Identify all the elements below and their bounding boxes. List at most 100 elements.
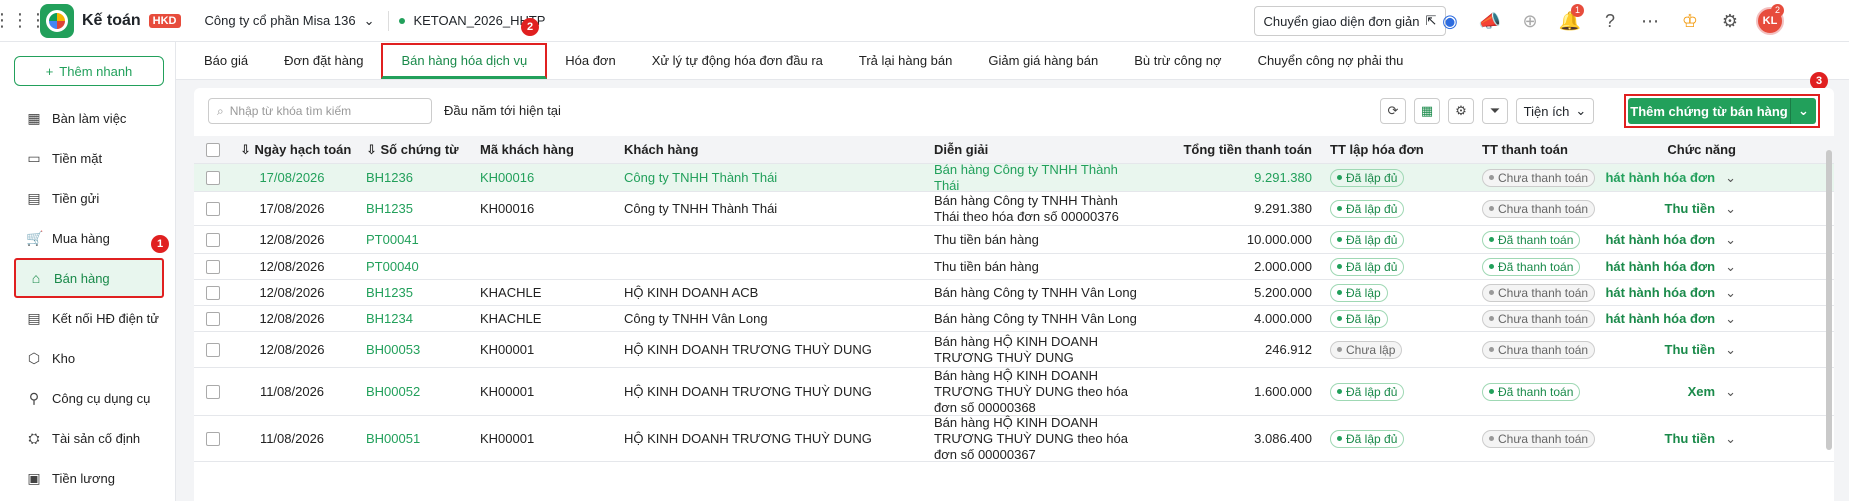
sidebar-item-5[interactable]: ▤ Kết nối HĐ điện tử: [14, 298, 164, 338]
tools-icon: ⚲: [28, 389, 40, 406]
megaphone-icon[interactable]: 📣: [1470, 0, 1510, 42]
row-action-link[interactable]: Thu tiền: [1665, 431, 1716, 447]
row-action-link[interactable]: Thu tiền: [1665, 201, 1716, 217]
sidebar-item-4[interactable]: ⌂ Bán hàng: [14, 258, 164, 298]
sidebar-item-2[interactable]: ▤ Tiền gửi: [14, 178, 164, 218]
cell-doc-no[interactable]: BH1235: [352, 201, 472, 216]
table-row[interactable]: 11/08/2026 BH00052 KH00001 HỘ KINH DOANH TR…: [194, 368, 1834, 416]
sidebar-item-8[interactable]: ⛭ Tài sản cố định: [14, 418, 164, 458]
chevron-down-icon[interactable]: ⌄: [1725, 342, 1736, 358]
company-selector[interactable]: Công ty cổ phần Misa 136 ⌄: [205, 13, 375, 29]
chevron-down-icon[interactable]: ⌄: [1790, 98, 1816, 124]
row-checkbox[interactable]: [194, 285, 232, 300]
table-row[interactable]: 12/08/2026 BH1234 KHACHLE Công ty TNHH Vân …: [194, 306, 1834, 332]
chevron-down-icon[interactable]: ⌄: [1725, 431, 1736, 447]
select-all-checkbox[interactable]: [194, 142, 232, 157]
cell-doc-no[interactable]: BH1234: [352, 311, 472, 326]
row-action-link[interactable]: Phát hành hóa đơn: [1606, 170, 1715, 186]
row-action-link[interactable]: Thu tiền: [1665, 342, 1716, 358]
tab-5[interactable]: Trả lại hàng bán: [841, 42, 970, 80]
row-action-link[interactable]: Phát hành hóa đơn: [1606, 232, 1715, 248]
tab-2[interactable]: Bán hàng hóa dịch vụ: [381, 42, 548, 79]
chevron-down-icon: ⌄: [1575, 103, 1587, 118]
sidebar-item-6[interactable]: ⬡ Kho: [14, 338, 164, 378]
bank-icon: ▤: [27, 189, 41, 206]
chevron-down-icon[interactable]: ⌄: [1725, 285, 1736, 301]
table-row[interactable]: 17/08/2026 BH1236 KH00016 Công ty TNHH Thàn…: [194, 162, 1834, 193]
row-checkbox[interactable]: [194, 170, 232, 185]
scrollbar[interactable]: [1826, 150, 1832, 450]
period-filter[interactable]: Đầu năm tới hiện tại: [444, 103, 561, 118]
cell-doc-no[interactable]: BH00052: [352, 384, 472, 399]
table-row[interactable]: 12/08/2026 PT00041 Thu tiền bán hàng 10.000…: [194, 226, 1834, 254]
sidebar-item-7[interactable]: ⚲ Công cụ dụng cụ: [14, 378, 164, 418]
col-customer-code[interactable]: Mã khách hàng: [472, 142, 616, 157]
bell-icon[interactable]: 🔔 1: [1550, 0, 1590, 42]
chevron-down-icon[interactable]: ⌄: [1725, 201, 1736, 217]
utility-dropdown[interactable]: Tiện ích ⌄: [1516, 98, 1594, 124]
row-action-link[interactable]: Phát hành hóa đơn: [1606, 311, 1715, 327]
cell-doc-no[interactable]: BH00053: [352, 342, 472, 357]
tab-8[interactable]: Chuyển công nợ phải thu: [1240, 42, 1422, 80]
chevron-down-icon[interactable]: ⌄: [1725, 259, 1736, 275]
chevron-down-icon[interactable]: ⌄: [1725, 384, 1736, 400]
cell-doc-no[interactable]: BH00051: [352, 431, 472, 446]
chevron-down-icon[interactable]: ⌄: [1725, 311, 1736, 327]
app-grid-icon[interactable]: ⋮⋮⋮: [0, 0, 47, 42]
row-checkbox[interactable]: [194, 311, 232, 326]
filter-icon[interactable]: ⏷: [1482, 98, 1508, 124]
row-checkbox[interactable]: [194, 232, 232, 247]
avatar[interactable]: KL 2: [1750, 0, 1790, 42]
download-icon[interactable]: ⊕: [1510, 0, 1550, 42]
row-checkbox[interactable]: [194, 259, 232, 274]
help-icon[interactable]: ?: [1590, 0, 1630, 42]
reward-icon[interactable]: ♔: [1670, 0, 1710, 42]
row-action-link[interactable]: Phát hành hóa đơn: [1606, 285, 1715, 301]
chevron-down-icon[interactable]: ⌄: [1725, 170, 1736, 186]
col-total[interactable]: Tổng tiền thanh toán: [1148, 142, 1322, 157]
sidebar-item-1[interactable]: ▭ Tiền mặt: [14, 138, 164, 178]
row-checkbox[interactable]: [194, 342, 232, 357]
sidebar-item-3[interactable]: 🛒 Mua hàng: [14, 218, 164, 258]
sidebar-item-0[interactable]: ▦ Bàn làm việc: [14, 98, 164, 138]
table-row[interactable]: 12/08/2026 BH1235 KHACHLE HỘ KINH DOANH ACB…: [194, 280, 1834, 306]
tab-4[interactable]: Xử lý tự động hóa đơn đầu ra: [634, 42, 841, 80]
settings-icon[interactable]: ⚙: [1448, 98, 1474, 124]
col-description[interactable]: Diễn giải: [926, 142, 1148, 158]
gear-icon[interactable]: ⚙: [1710, 0, 1750, 42]
add-sales-doc-button[interactable]: Thêm chứng từ bán hàng ⌄: [1624, 94, 1820, 128]
chat-icon[interactable]: ⋯: [1630, 0, 1670, 42]
row-checkbox[interactable]: [194, 431, 232, 446]
col-invoice-status[interactable]: TT lập hóa đơn: [1322, 142, 1474, 157]
add-quick-button[interactable]: + Thêm nhanh: [14, 56, 164, 86]
messenger-icon[interactable]: ◉: [1430, 0, 1470, 42]
table-row[interactable]: 12/08/2026 BH00053 KH00001 HỘ KINH DOANH TR…: [194, 332, 1834, 368]
search-input[interactable]: ⌕ Nhập từ khóa tìm kiếm: [208, 98, 432, 124]
sidebar-item-9[interactable]: ▣ Tiền lương: [14, 458, 164, 498]
cell-doc-no[interactable]: BH1235: [352, 285, 472, 300]
row-action-link[interactable]: Xem: [1688, 384, 1715, 400]
tab-1[interactable]: Đơn đặt hàng: [266, 42, 381, 80]
table-row[interactable]: 12/08/2026 PT00040 Thu tiền bán hàng 2.000.…: [194, 254, 1834, 280]
annotation-badge-1: 1: [151, 235, 169, 253]
tab-6[interactable]: Giảm giá hàng bán: [970, 42, 1116, 80]
tab-3[interactable]: Hóa đơn: [547, 42, 633, 80]
col-customer[interactable]: Khách hàng: [616, 142, 926, 157]
switch-mode-button[interactable]: Chuyển giao diện đơn giản ⇱: [1254, 6, 1446, 36]
cell-doc-no[interactable]: PT00041: [352, 232, 472, 247]
row-action-link[interactable]: Phát hành hóa đơn: [1606, 259, 1715, 275]
table-row[interactable]: 11/08/2026 BH00051 KH00001 HỘ KINH DOANH TR…: [194, 415, 1834, 462]
cell-doc-no[interactable]: BH1236: [352, 170, 472, 185]
col-payment-status[interactable]: TT thanh toán: [1474, 142, 1606, 157]
row-checkbox[interactable]: [194, 384, 232, 399]
table-row[interactable]: 17/08/2026 BH1235 KH00016 Công ty TNHH Thàn…: [194, 192, 1834, 226]
excel-icon[interactable]: ▦: [1414, 98, 1440, 124]
tab-0[interactable]: Báo giá: [186, 42, 266, 80]
cell-doc-no[interactable]: PT00040: [352, 259, 472, 274]
row-checkbox[interactable]: [194, 201, 232, 216]
col-no[interactable]: ⇩ Số chứng từ: [352, 142, 472, 158]
chevron-down-icon[interactable]: ⌄: [1725, 232, 1736, 248]
tab-7[interactable]: Bù trừ công nợ: [1116, 42, 1239, 80]
col-date[interactable]: ⇩ Ngày hạch toán: [232, 142, 352, 158]
refresh-icon[interactable]: ⟳: [1380, 98, 1406, 124]
